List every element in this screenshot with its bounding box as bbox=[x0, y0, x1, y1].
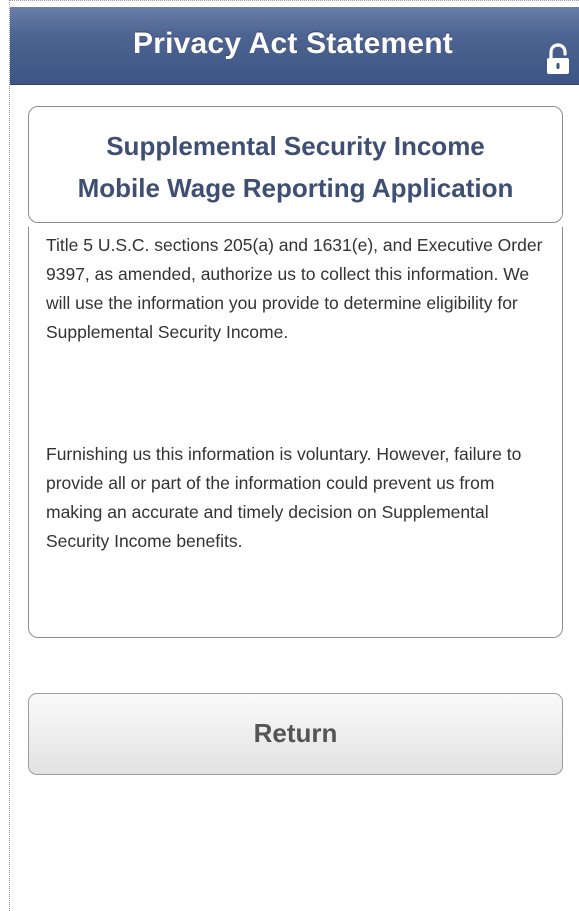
statement-paragraph: Furnishing us this information is volunt… bbox=[46, 444, 522, 551]
privacy-statement-box: Title 5 U.S.C. sections 205(a) and 1631(… bbox=[28, 227, 563, 638]
page-title: Privacy Act Statement bbox=[133, 27, 453, 60]
unlocked-padlock-icon bbox=[547, 43, 569, 74]
page: Privacy Act Statement Supplemental Secur… bbox=[9, 0, 579, 911]
statement-paragraph: Title 5 U.S.C. sections 205(a) and 1631(… bbox=[46, 235, 543, 342]
application-name: Mobile Wage Reporting Application bbox=[77, 173, 514, 203]
header-bar: Privacy Act Statement bbox=[10, 7, 579, 85]
return-button[interactable]: Return bbox=[28, 693, 563, 775]
application-title-box: Supplemental Security Income Mobile Wage… bbox=[28, 106, 563, 223]
program-name: Supplemental Security Income bbox=[106, 131, 485, 161]
